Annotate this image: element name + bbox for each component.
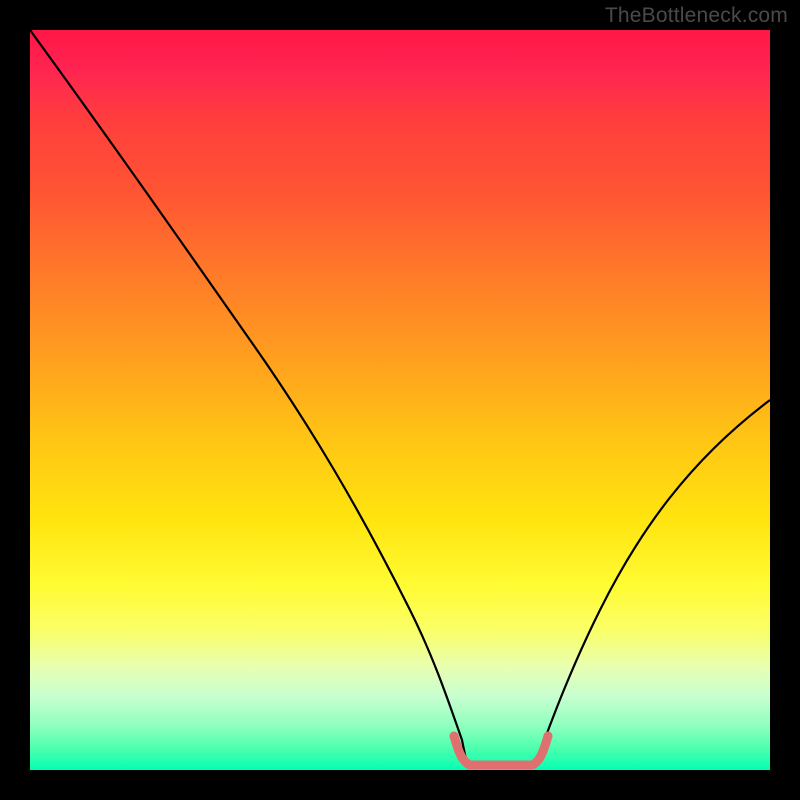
plot-area [30,30,770,770]
watermark-text: TheBottleneck.com [605,4,788,28]
valley-highlight-path [454,736,548,765]
bottleneck-curve-path [30,30,770,766]
chart-svg [30,30,770,770]
